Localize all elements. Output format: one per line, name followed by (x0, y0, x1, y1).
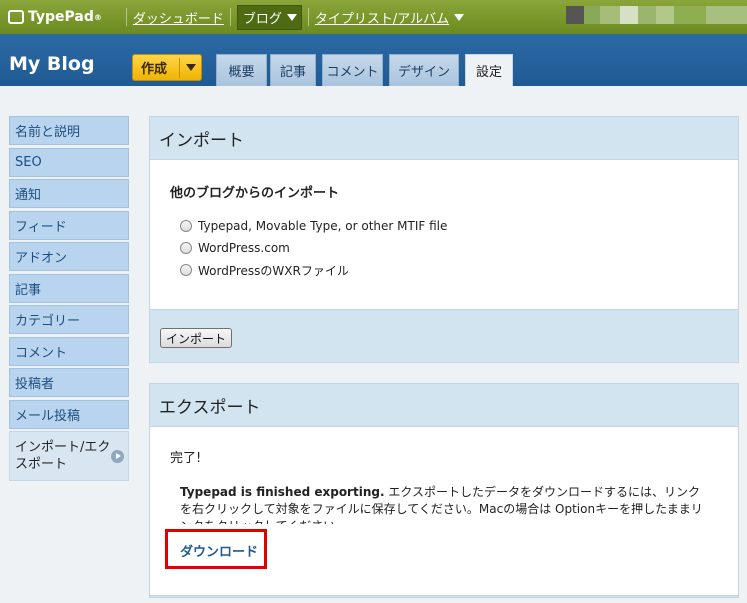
export-panel: エクスポート 完了! Typepad is finished exporting… (149, 383, 739, 598)
top-bar: TypePad ® ダッシュボード ブログ タイプリスト/アルバム (0, 0, 747, 34)
blurred-account-info (566, 6, 747, 24)
export-status: 完了! (170, 451, 202, 466)
import-button[interactable]: インポート (160, 328, 232, 348)
import-option-wxr[interactable]: WordPressのWXRファイル (180, 259, 718, 281)
nav-divider (229, 8, 231, 26)
create-button[interactable]: 作成 (132, 54, 202, 81)
sidebar-item-categories[interactable]: カテゴリー (9, 305, 129, 334)
nav-divider (125, 8, 127, 26)
top-nav: ダッシュボード ブログ タイプリスト/アルバム (120, 4, 465, 30)
radio-label: Typepad, Movable Type, or other MTIF fil… (198, 219, 448, 233)
sidebar-item-addons[interactable]: アドオン (9, 242, 129, 271)
blogs-dropdown-label: ブログ (242, 11, 282, 27)
radio-button[interactable] (180, 220, 192, 232)
chevron-down-icon[interactable] (454, 13, 465, 21)
blogs-dropdown[interactable]: ブログ (236, 4, 302, 30)
dashboard-link[interactable]: ダッシュボード (133, 8, 224, 27)
create-button-label: 作成 (141, 62, 168, 77)
blog-title[interactable]: My Blog (9, 53, 95, 75)
sidebar-item-notifications[interactable]: 通知 (9, 179, 129, 208)
tab-settings[interactable]: 設定 (465, 54, 513, 86)
typelists-link[interactable]: タイプリスト/アルバム (315, 8, 449, 27)
tab-design[interactable]: デザイン (389, 54, 459, 86)
import-subtitle: 他のブログからのインポート (170, 186, 340, 201)
sidebar-item-comments[interactable]: コメント (9, 336, 129, 366)
sidebar-item-seo[interactable]: SEO (9, 147, 129, 177)
blog-header: My Blog 作成 概要 記事 コメント デザイン 設定 (0, 34, 747, 86)
import-panel: インポート 他のブログからのインポート Typepad, Movable Typ… (149, 116, 739, 363)
radio-label: WordPress.com (198, 241, 290, 255)
sidebar-item-posts[interactable]: 記事 (9, 273, 129, 303)
typepad-logo-text: TypePad (28, 9, 94, 25)
chevron-down-icon (286, 13, 297, 21)
export-body: 完了! Typepad is finished exporting. エクスポー… (150, 426, 738, 596)
radio-label: WordPressのWXRファイル (198, 263, 349, 278)
create-dropdown-toggle[interactable] (180, 64, 201, 71)
tab-overview[interactable]: 概要 (216, 54, 267, 86)
sidebar-item-label: インポート/エクスポート (15, 440, 111, 472)
sidebar-item-import-export[interactable]: インポート/エクスポート (9, 431, 129, 481)
import-body: 他のブログからのインポート Typepad, Movable Type, or … (150, 159, 738, 310)
export-message: Typepad is finished exporting. エクスポートしたデ… (180, 484, 706, 524)
typepad-logo[interactable]: TypePad ® (8, 9, 102, 25)
sidebar-item-email-posting[interactable]: メール投稿 (9, 399, 129, 429)
arrow-right-icon (111, 449, 124, 463)
tab-posts[interactable]: 記事 (270, 54, 316, 86)
typepad-logo-icon (8, 10, 24, 24)
download-highlight-box: ダウンロード (165, 529, 267, 569)
chevron-down-icon (185, 64, 196, 71)
download-link[interactable]: ダウンロード (180, 541, 258, 560)
settings-sidebar: 名前と説明 SEO 通知 フィード アドオン 記事 カテゴリー コメント 投稿者… (9, 116, 129, 484)
radio-button[interactable] (180, 264, 192, 276)
export-title: エクスポート (159, 397, 261, 418)
sidebar-item-authors[interactable]: 投稿者 (9, 368, 129, 397)
tab-comments[interactable]: コメント (322, 54, 383, 86)
import-option-wordpress-com[interactable]: WordPress.com (180, 237, 718, 259)
nav-divider (307, 8, 309, 26)
sidebar-item-name-description[interactable]: 名前と説明 (9, 116, 129, 145)
import-title: インポート (159, 130, 244, 151)
radio-button[interactable] (180, 242, 192, 254)
import-option-mtif[interactable]: Typepad, Movable Type, or other MTIF fil… (180, 215, 718, 237)
sidebar-item-feeds[interactable]: フィード (9, 210, 129, 240)
export-message-bold: Typepad is finished exporting. (180, 485, 385, 499)
registered-mark: ® (93, 12, 102, 22)
